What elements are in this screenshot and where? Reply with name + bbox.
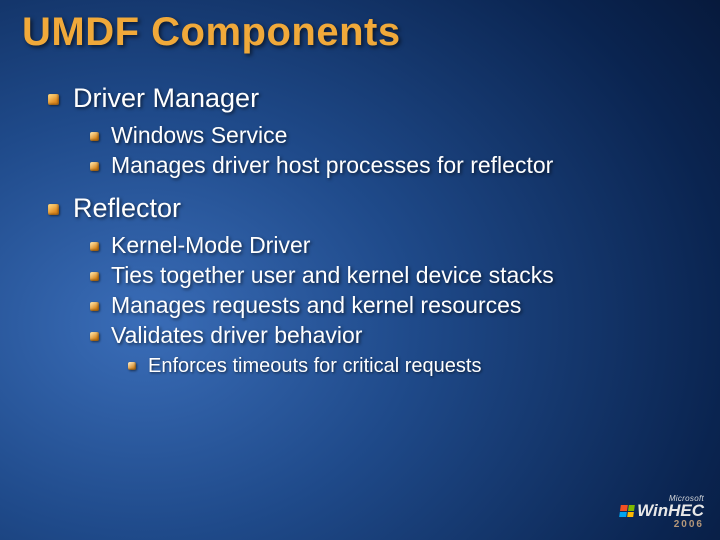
section-heading: Reflector <box>73 193 181 224</box>
subitem-list: Windows Service Manages driver host proc… <box>48 122 698 179</box>
brand-label: WinHEC <box>620 501 704 521</box>
item-text: Validates driver behavior <box>111 322 362 349</box>
item-text: Manages requests and kernel resources <box>111 292 521 319</box>
company-label: Microsoft <box>620 494 704 503</box>
bullet-icon <box>90 162 99 171</box>
list-item: Ties together user and kernel device sta… <box>90 262 698 289</box>
item-text: Windows Service <box>111 122 287 149</box>
windows-flag-icon <box>619 505 635 517</box>
item-text: Kernel-Mode Driver <box>111 232 310 259</box>
slide-title: UMDF Components <box>22 10 698 55</box>
footer-logo: Microsoft WinHEC 2006 <box>620 494 704 530</box>
bullet-icon <box>90 132 99 141</box>
slide: UMDF Components Driver Manager Windows S… <box>0 0 720 540</box>
bullet-icon <box>48 94 59 105</box>
bullet-icon <box>90 272 99 281</box>
item-text: Manages driver host processes for reflec… <box>111 152 553 179</box>
list-item: Kernel-Mode Driver <box>90 232 698 259</box>
subsubitem-list: Enforces timeouts for critical requests <box>90 355 698 378</box>
list-item: Manages requests and kernel resources <box>90 292 698 319</box>
section-heading: Driver Manager <box>73 83 259 114</box>
item-text: Enforces timeouts for critical requests <box>148 355 481 378</box>
list-item: Manages driver host processes for reflec… <box>90 152 698 179</box>
bullet-icon <box>90 332 99 341</box>
content-list: Driver Manager Windows Service Manages d… <box>22 83 698 378</box>
bullet-icon <box>48 204 59 215</box>
bullet-icon <box>128 362 136 370</box>
brand-text: WinHEC <box>637 501 704 521</box>
section-driver-manager: Driver Manager Windows Service Manages d… <box>48 83 698 179</box>
item-text: Ties together user and kernel device sta… <box>111 262 554 289</box>
list-item: Validates driver behavior Enforces timeo… <box>90 322 698 378</box>
list-item: Windows Service <box>90 122 698 149</box>
bullet-icon <box>90 242 99 251</box>
subitem-list: Kernel-Mode Driver Ties together user an… <box>48 232 698 378</box>
section-reflector: Reflector Kernel-Mode Driver Ties togeth… <box>48 193 698 378</box>
list-item: Enforces timeouts for critical requests <box>128 355 698 378</box>
bullet-icon <box>90 302 99 311</box>
